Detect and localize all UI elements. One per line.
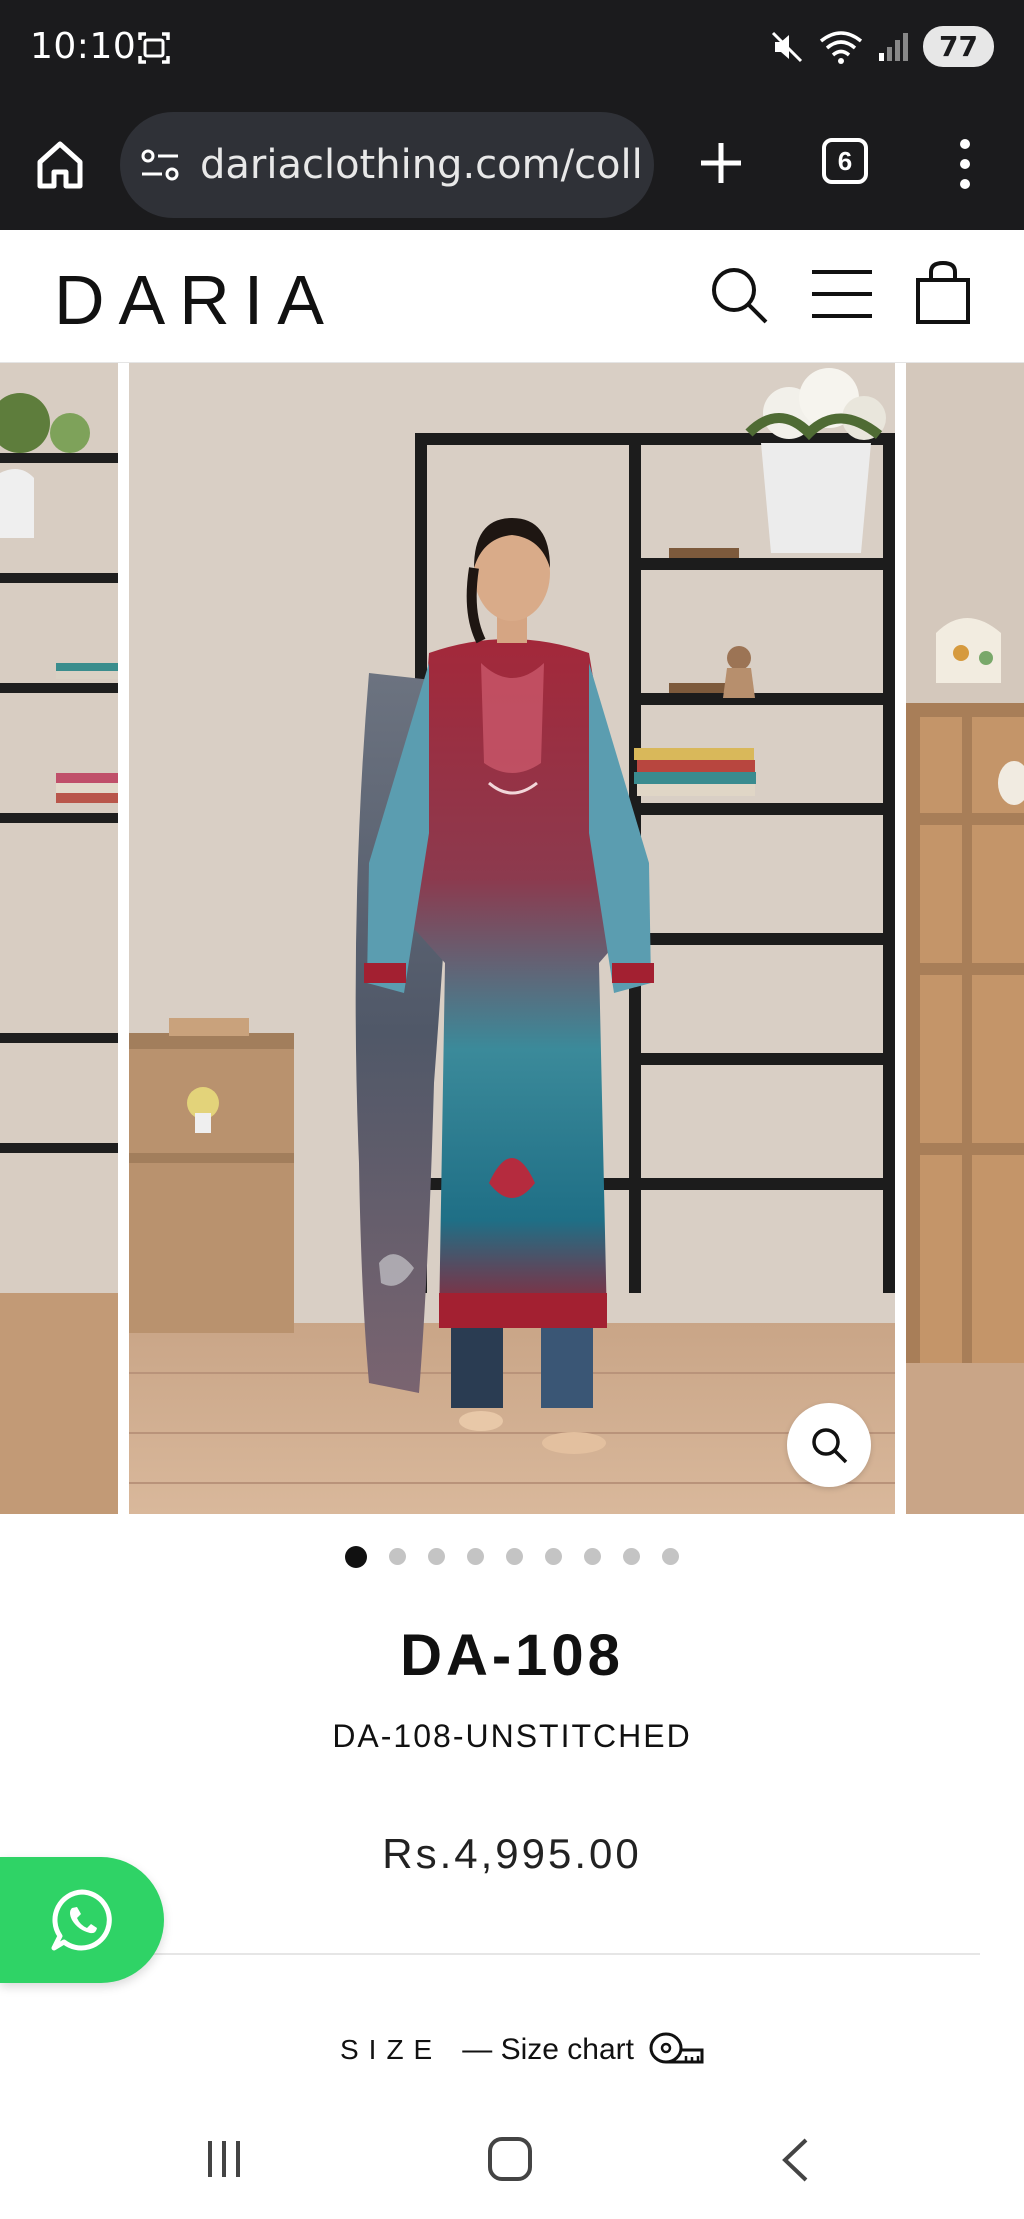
store-header: DARIA: [0, 230, 1024, 363]
gallery-dot-9[interactable]: [662, 1548, 679, 1565]
gallery-dot-5[interactable]: [506, 1548, 523, 1565]
wifi-icon: [819, 30, 863, 64]
site-settings-icon[interactable]: [140, 146, 180, 184]
gallery-dot-4[interactable]: [467, 1548, 484, 1565]
gallery-slide-previous[interactable]: [0, 363, 118, 1514]
system-navigation-bar: [0, 2099, 1024, 2219]
address-bar[interactable]: dariaclothing.com/collec: [120, 112, 654, 218]
battery-indicator: 77: [923, 26, 994, 67]
measuring-tape-icon: [649, 2032, 704, 2064]
divider: [132, 1953, 980, 1955]
back-icon[interactable]: [780, 2137, 810, 2183]
gallery-slide-next[interactable]: [906, 363, 1024, 1514]
gallery-dot-1[interactable]: [345, 1546, 367, 1568]
recent-apps-icon[interactable]: [204, 2139, 244, 2179]
tab-switcher-button[interactable]: 6: [822, 138, 868, 184]
size-label: SIZE: [340, 2034, 443, 2065]
product-title: DA-108: [400, 1623, 624, 1688]
size-chart-text[interactable]: — Size chart: [462, 2033, 634, 2067]
zoom-button[interactable]: [787, 1403, 871, 1487]
store-logo[interactable]: DARIA: [54, 260, 338, 340]
status-icons: 77: [769, 26, 994, 67]
whatsapp-icon: [51, 1889, 112, 1951]
size-chart-link[interactable]: — Size chart: [462, 2030, 704, 2070]
gallery-dot-6[interactable]: [545, 1548, 562, 1565]
browser-toolbar: dariaclothing.com/collec 6: [0, 100, 1024, 230]
gallery-dot-3[interactable]: [428, 1548, 445, 1565]
status-bar: 10:10 77: [0, 0, 1024, 100]
screenshot-icon: [138, 32, 170, 64]
product-image-main[interactable]: [129, 363, 895, 1514]
gallery-dot-2[interactable]: [389, 1548, 406, 1565]
product-gallery[interactable]: [0, 363, 1024, 1514]
search-icon[interactable]: [708, 264, 770, 326]
product-price: Rs.4,995.00: [382, 1830, 642, 1877]
gallery-pagination: [0, 1546, 1024, 1568]
size-selector-header: SIZE — Size chart: [340, 2030, 704, 2070]
url-text[interactable]: dariaclothing.com/collec: [200, 142, 640, 188]
home-icon[interactable]: [30, 134, 90, 194]
home-nav-button[interactable]: [488, 2137, 532, 2181]
cart-icon[interactable]: [914, 260, 972, 326]
mute-icon: [771, 31, 803, 62]
status-time: 10:10: [30, 26, 137, 67]
whatsapp-chat-button[interactable]: [0, 1857, 164, 1983]
product-sku: DA-108-UNSTITCHED: [332, 1718, 692, 1754]
gallery-dot-7[interactable]: [584, 1548, 601, 1565]
signal-icon: [879, 32, 909, 61]
gallery-dot-8[interactable]: [623, 1548, 640, 1565]
more-options-icon[interactable]: [950, 136, 980, 192]
hamburger-menu-icon[interactable]: [810, 266, 874, 322]
new-tab-icon[interactable]: [696, 138, 746, 188]
zoom-icon: [812, 1428, 848, 1464]
